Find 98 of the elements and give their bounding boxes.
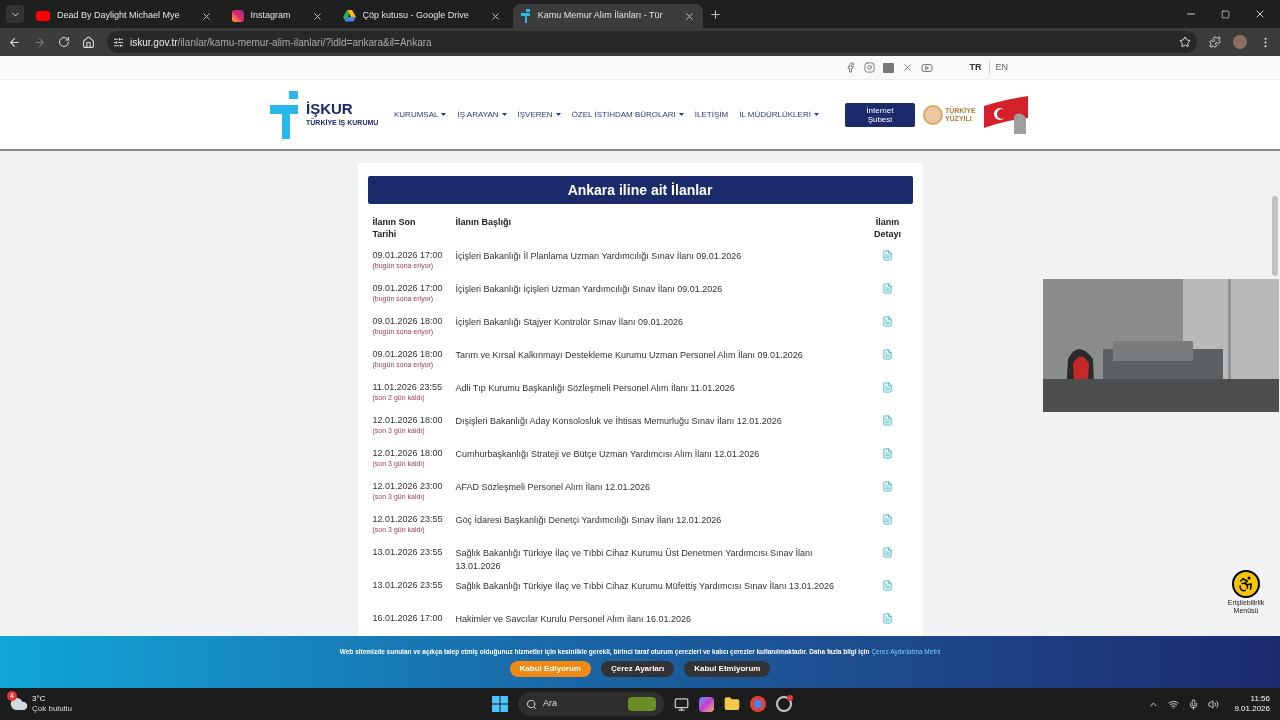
tab-title: Çöp kutusu - Google Drive: [362, 9, 470, 23]
listing-title[interactable]: Dışişleri Bakanlığı Aday Konsolosluk ve İhtisas Memurluğu Sınav İlanı 12.01.2026: [455, 415, 868, 444]
listing-title[interactable]: Adli Tıp Kurumu Başkanlığı Sözleşmeli Personel Alım İlanı 11.01.2026: [455, 382, 868, 411]
clock-date[interactable]: 9.01.2026: [1234, 704, 1270, 714]
temperature: 3°C: [32, 694, 47, 704]
listing-title[interactable]: Hakimler ve Savcılar Kurulu Personel Alım ilanı 16.01.2026: [455, 613, 868, 636]
back-icon[interactable]: [8, 35, 21, 49]
cookie-button[interactable]: Kabul Etmiyorum: [684, 660, 771, 677]
tab-list-button[interactable]: [6, 5, 24, 23]
video-icon: [36, 11, 50, 21]
close-icon[interactable]: [200, 10, 212, 22]
copilot-icon[interactable]: [699, 696, 714, 712]
windows-icon[interactable]: [492, 696, 508, 712]
deadline-text: 09.01.2026 17:00: [372, 250, 444, 261]
facebook-icon[interactable]: [845, 62, 857, 73]
tab-title: Dead By Daylight Michael Mye: [57, 9, 181, 23]
search-field[interactable]: Ara: [518, 692, 664, 716]
volume-icon[interactable]: [1208, 698, 1220, 710]
task-view-icon[interactable]: [674, 696, 689, 712]
logo-icon: [520, 9, 531, 23]
language-link[interactable]: TR: [969, 60, 982, 75]
camera-icon: [231, 10, 244, 22]
close-icon[interactable]: [683, 10, 695, 22]
close-icon[interactable]: [311, 10, 323, 22]
extensions-icon[interactable]: [1209, 36, 1221, 48]
listing-title[interactable]: İçişleri Bakanlığı Stajyer Kontrolör Sınav İlanı 09.01.2026: [455, 316, 868, 345]
forward-icon[interactable]: [33, 35, 46, 49]
profile-avatar[interactable]: [1233, 35, 1247, 49]
weather-icon[interactable]: [10, 695, 28, 713]
deadline-text: 16.01.2026 17:00: [372, 613, 444, 624]
deadline-text: 09.01.2026 17:00: [372, 283, 444, 294]
search-icon: [526, 698, 537, 710]
clock-time[interactable]: 11:56: [1250, 694, 1270, 704]
column-header: İlanın Son Tarihi: [372, 216, 417, 240]
x-icon[interactable]: [902, 62, 914, 73]
listing-title[interactable]: Tarım ve Kırsal Kalkınmayı Destekleme Kurumu Uzman Personel Alım İlanı 09.01.2026: [455, 349, 868, 378]
caret-icon: [501, 113, 507, 116]
listing-title[interactable]: Göç İdaresi Başkanlığı Denetçi Yardımcılığı Sınav İlanı 12.01.2026: [455, 514, 868, 543]
nav-link[interactable]: İLETİŞİM: [694, 108, 729, 121]
listing-title[interactable]: AFAD Sözleşmeli Personel Alım İlanı 12.01.2026: [455, 481, 868, 510]
deadline-text: 12.01.2026 23:00: [372, 481, 444, 492]
column-header: İlanın Detayı: [873, 216, 902, 240]
deadline-text: 13.01.2026 23:55: [372, 580, 444, 591]
close-icon[interactable]: [489, 10, 501, 22]
nav-link[interactable]: İL MÜDÜRLÜKLERİ: [739, 108, 819, 121]
site-settings-icon[interactable]: [113, 36, 124, 48]
url-text: iskur.gov.tr/ilanlar/kamu-memur-alim-ilanlari/?idld=ankara&il=Ankara: [130, 35, 432, 50]
deadline-text: 12.01.2026 18:00: [372, 415, 444, 426]
accessibility-button[interactable]: [1232, 570, 1260, 598]
mic-icon[interactable]: [1188, 698, 1200, 710]
logo-title: İŞKUR: [306, 100, 354, 116]
reload-icon[interactable]: [58, 36, 70, 48]
triangle-icon: [342, 10, 356, 22]
accessibility-icon: [1237, 575, 1255, 593]
new-tab-icon[interactable]: [708, 7, 722, 21]
caret-icon: [813, 113, 819, 116]
home-icon[interactable]: [82, 35, 95, 49]
browser-tab[interactable]: Kamu Memur Alım İlanları - Tür: [512, 4, 703, 28]
youtube-icon[interactable]: [921, 61, 934, 74]
deadline-text: 11.01.2026 23:55: [372, 382, 443, 393]
tab-title: Kamu Memur Alım İlanları - Tür: [537, 9, 664, 23]
listing-title[interactable]: İçişleri Bakanlığı İçişleri Uzman Yardımcılığı Sınav İlanı 09.01.2026: [455, 283, 868, 312]
bookmark-icon[interactable]: [1179, 36, 1191, 48]
deadline-text: 12.01.2026 23:55: [372, 514, 444, 525]
maximize-icon[interactable]: [1221, 9, 1230, 19]
tab-title: Instagram: [250, 9, 292, 23]
scrollbar[interactable]: [1272, 196, 1278, 276]
address-field[interactable]: iskur.gov.tr/ilanlar/kamu-memur-alim-ilanlari/?idld=ankara&il=Ankara: [107, 31, 1197, 53]
caret-icon: [678, 113, 684, 116]
listing-title[interactable]: Sağlık Bakanlığı Türkiye İlaç ve Tıbbi Cihaz Kurumu Müfettiş Yardımcısı Sınav İlanı 13.01.2026: [455, 580, 868, 609]
internet-branch-button[interactable]: İnternet Şubesi: [844, 102, 915, 127]
wifi-icon[interactable]: [1168, 698, 1180, 710]
listing-title[interactable]: İçişleri Bakanlığı İl Planlama Uzman Yardımcılığı Sınav İlanı 09.01.2026: [455, 250, 868, 279]
weather-condition: Çok bulutlu: [32, 704, 73, 714]
browser-tab[interactable]: Dead By Daylight Michael Mye: [28, 4, 220, 28]
deadline-text: 13.01.2026 23:55: [372, 547, 444, 558]
caret-icon: [441, 113, 447, 116]
language-link[interactable]: EN: [989, 60, 1008, 75]
deadline-text: 09.01.2026 18:00: [372, 316, 444, 327]
app-icon[interactable]: [776, 696, 792, 712]
nav-link[interactable]: İŞVEREN: [517, 108, 561, 121]
nav-link[interactable]: ÖZEL İSTİHDAM BÜROLARI: [571, 108, 684, 121]
section-title: Ankara iline ait İlanlar: [367, 176, 913, 204]
browser-tab[interactable]: Çöp kutusu - Google Drive: [334, 4, 509, 28]
chrome-icon[interactable]: [750, 696, 766, 712]
column-header: İlanın Başlığı: [455, 216, 512, 229]
cookie-button[interactable]: Çerez Ayarları: [600, 660, 675, 677]
nav-link[interactable]: KURUMSAL: [394, 108, 447, 121]
close-icon[interactable]: [1254, 8, 1266, 20]
folder-icon[interactable]: [724, 696, 740, 712]
deadline-text: 09.01.2026 18:00: [372, 349, 444, 360]
instagram-icon[interactable]: [864, 62, 876, 73]
listing-title[interactable]: Sağlık Bakanlığı Türkiye İlaç ve Tıbbi Cihaz Kurumu Üst Denetmen Yardımcısı Sınav İlanı 13.01.2026: [455, 547, 868, 576]
nav-link[interactable]: İŞ ARAYAN: [457, 108, 507, 121]
listing-title[interactable]: Cumhurbaşkanlığı Strateji ve Bütçe Uzman Yardımcısı Alım İlanı 12.01.2026: [455, 448, 868, 477]
browser-tab[interactable]: Instagram: [223, 4, 331, 28]
deadline-text: 12.01.2026 18:00: [372, 448, 444, 459]
caret-icon: [555, 113, 561, 116]
